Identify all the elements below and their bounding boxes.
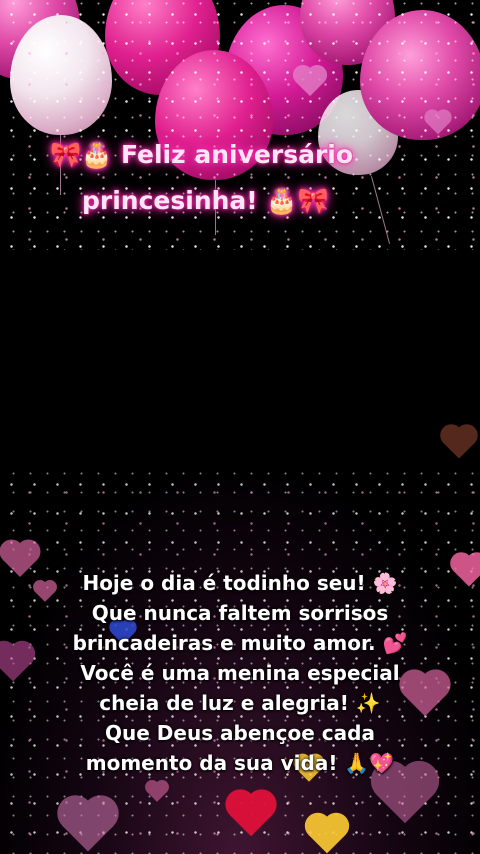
title-line-1: 🎀🎂 Feliz aniversário [50, 140, 354, 169]
message-line: Você é uma menina especial [80, 661, 400, 685]
greeting-card: 🎀🎂 Feliz aniversário princesinha! 🎂🎀 Hoj… [0, 0, 480, 854]
message-line: momento da sua vida! 🙏💖 [85, 751, 395, 775]
title-line-2: princesinha! 🎂🎀 [82, 186, 329, 215]
message-line: Que Deus abençoe cada [105, 721, 375, 745]
message-line: brincadeiras e muito amor. 💕 [72, 631, 408, 655]
heart-icon [443, 427, 475, 459]
message-line: cheia de luz e alegria! ✨ [99, 691, 381, 715]
message-line: Hoje o dia é todinho seu! 🌸 [82, 571, 398, 595]
balloon [360, 10, 480, 140]
message-line: Que nunca faltem sorrisos [91, 601, 389, 625]
birthday-message: Hoje o dia é todinho seu! 🌸 Que nunca fa… [0, 568, 480, 778]
balloon [10, 15, 112, 135]
